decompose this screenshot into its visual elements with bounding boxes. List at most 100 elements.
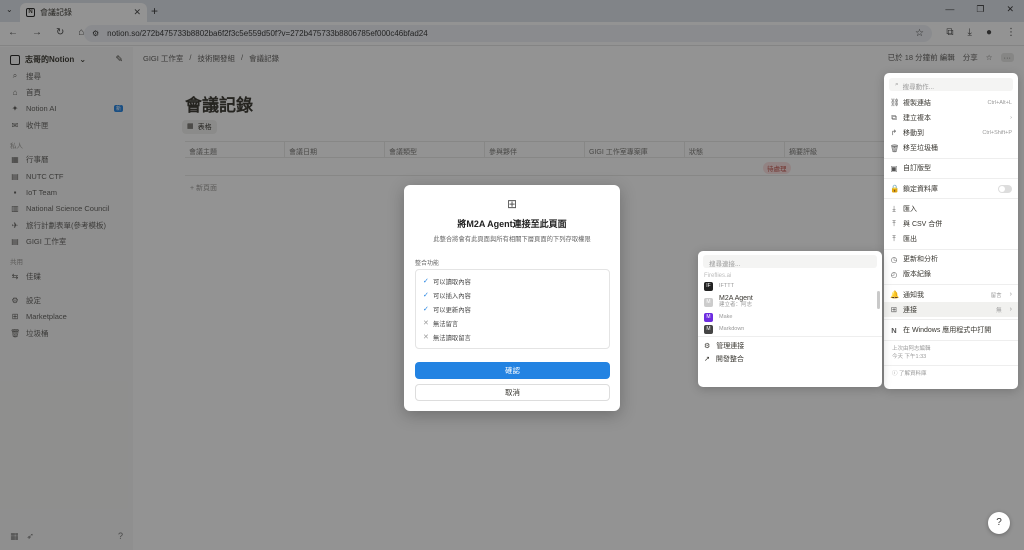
connection-text: M2A Agent 建立者：阿志 [719, 295, 753, 309]
develop-integration-label: 開發整合 [715, 355, 744, 363]
menu-item-label: 鎖定資料庫 [903, 185, 938, 193]
connect-value: 無 [996, 307, 1002, 314]
capabilities-label: 整合功能 [415, 261, 440, 267]
help-chat-button[interactable]: ? [988, 512, 1010, 534]
manage-connections-item[interactable]: ⚙ 管理連接 [698, 339, 882, 352]
menu-group: ◷ 更新和分析 ◴ 版本紀錄 [884, 252, 1018, 282]
confirm-button[interactable]: 確認 [415, 362, 610, 379]
menu-search-input[interactable]: ⌕ 搜尋動作... [889, 78, 1013, 91]
capability-text: 可以插入內容 [433, 292, 471, 300]
menu-item-icon: ⛓ [890, 98, 900, 108]
menu-item-label: 複製連結 [903, 99, 931, 107]
connection-name: Markdown [719, 325, 745, 332]
divider [884, 364, 1018, 366]
check-icon: ✓ [423, 278, 429, 285]
menu-item-notify[interactable]: 🔔 通知我 留言 › [884, 287, 1018, 302]
capability-text: 無法讀取留言 [433, 334, 471, 342]
connection-name: Make [719, 314, 733, 320]
cross-icon: ✕ [423, 320, 429, 327]
menu-item[interactable]: ⤓ 匯入 [884, 201, 1018, 216]
connect-integration-dialog: ⊞ 將M2A Agent連接至此頁面 此整合將會有此頁面與所有相關下層頁面的下列… [404, 185, 620, 411]
menu-item-icon: ↱ [890, 128, 898, 138]
connection-item[interactable]: M M2A Agent 建立者：阿志 [698, 293, 882, 311]
menu-item-icon: ⤒ [892, 234, 896, 244]
menu-item[interactable]: ↱ 移動到 Ctrl+Shift+P [884, 125, 1018, 140]
divider [884, 319, 1018, 321]
lock-toggle[interactable] [998, 184, 1012, 193]
connection-text: Markdown [719, 326, 744, 333]
info-icon: ⓘ [892, 370, 900, 377]
cross-icon: ✕ [423, 334, 429, 341]
menu-item[interactable]: 🗑 移至垃圾桶 [884, 141, 1018, 156]
menu-item-icon: ⧉ [891, 112, 897, 122]
menu-item-open-app[interactable]: N 在 Windows 應用程式中打開 [884, 322, 1018, 337]
capability-item: ✓ 可以插入內容 [423, 288, 602, 302]
menu-item[interactable]: ▣ 自訂版型 [884, 161, 1018, 176]
last-edited-by: 上次由阿志編輯 [892, 345, 931, 352]
menu-item[interactable]: ⤒ 匯出 [884, 232, 1018, 247]
notify-value: 留言 [990, 292, 1002, 299]
menu-item[interactable]: ⤒ 與 CSV 合併 [884, 216, 1018, 231]
capability-item: ✕ 無法留言 [423, 316, 602, 330]
capability-item: ✓ 可以更新內容 [423, 302, 602, 316]
menu-edit-info: 上次由阿志編輯 今天 下午1:33 [884, 343, 1018, 363]
connection-list: IF IFTTT M M2A Agent 建立者：阿志 M Make M Markdown [698, 280, 882, 334]
connection-item-cut[interactable]: Fireflies.ai [698, 271, 882, 280]
integration-logo-icon: IF [704, 282, 713, 291]
connection-text: Make [719, 314, 732, 321]
menu-item-label: 移至垃圾桶 [903, 145, 938, 153]
menu-item-icon: ▣ [890, 163, 898, 173]
menu-item-icon: 🗑 [890, 143, 900, 153]
divider [884, 339, 1018, 341]
capability-text: 可以更新內容 [433, 306, 471, 314]
cancel-button[interactable]: 取消 [415, 384, 610, 401]
connections-submenu: 搜尋連接... Fireflies.ai IF IFTTT M M2A Agent 建立… [698, 251, 882, 387]
connections-search-input[interactable]: 搜尋連接... [703, 255, 877, 268]
connection-item[interactable]: M Make [698, 311, 882, 324]
learn-database-label: 了解資料庫 [899, 370, 927, 377]
menu-group: ⛓ 複製連結 Ctrl+Alt+L ⧉ 建立複本 › ↱ 移動到 Ctrl+Shift+P 🗑 移至… [884, 95, 1018, 156]
capability-text: 可以讀取內容 [433, 278, 471, 286]
connection-item[interactable]: IF IFTTT [698, 280, 882, 293]
menu-item-label: 與 CSV 合併 [903, 220, 943, 228]
connection-name: IFTTT [719, 283, 734, 289]
menu-item[interactable]: ◷ 更新和分析 [884, 252, 1018, 267]
menu-item-lock-database[interactable]: 🔒 鎖定資料庫 [884, 181, 1018, 196]
menu-item-shortcut: Ctrl+Shift+P [982, 129, 1012, 136]
divider [884, 177, 1018, 179]
develop-integration-item[interactable]: ↗ 開發整合 [698, 352, 882, 365]
menu-item-icon: ⤓ [892, 203, 896, 213]
divider [884, 198, 1018, 200]
menu-item[interactable]: ◴ 版本紀錄 [884, 267, 1018, 282]
notion-app-icon: N [891, 325, 897, 335]
menu-item-label: 連接 [903, 306, 917, 314]
learn-database-link[interactable]: ⓘ 了解資料庫 [884, 368, 1018, 380]
capability-text: 無法留言 [433, 320, 459, 328]
menu-item-icon: ◷ [890, 254, 898, 264]
menu-item[interactable]: ⧉ 建立複本 › [884, 110, 1018, 125]
menu-group: ▣ 自訂版型 [884, 161, 1018, 176]
integration-logo-icon: M [704, 324, 713, 334]
integration-logo-icon: M [704, 313, 713, 322]
menu-item-connect[interactable]: ⊞ 連接 無 › [884, 302, 1018, 318]
connection-item[interactable]: M Markdown [698, 324, 882, 334]
menu-item-shortcut: Ctrl+Alt+L [987, 99, 1012, 106]
arrow-up-right-icon: ↗ [704, 355, 710, 363]
divider [884, 157, 1018, 159]
connection-creator: 建立者：阿志 [719, 302, 753, 308]
capability-item: ✕ 無法讀取留言 [423, 330, 602, 344]
divider [698, 336, 882, 337]
search-icon: ⌕ [895, 81, 899, 88]
divider [884, 284, 1018, 286]
bell-icon: 🔔 [890, 290, 900, 300]
integration-logo-icon: M [704, 297, 713, 307]
menu-item-label: 匯入 [903, 205, 917, 213]
gear-icon: ⚙ [704, 342, 711, 350]
menu-item-label: 版本紀錄 [903, 271, 931, 279]
check-icon: ✓ [423, 306, 429, 313]
menu-item[interactable]: ⛓ 複製連結 Ctrl+Alt+L [884, 95, 1018, 110]
submenu-scrollbar[interactable] [877, 291, 880, 309]
chevron-right-icon: › [1009, 306, 1012, 314]
menu-search-placeholder: 搜尋動作... [902, 84, 935, 91]
menu-item-shortcut: › [1010, 114, 1012, 121]
